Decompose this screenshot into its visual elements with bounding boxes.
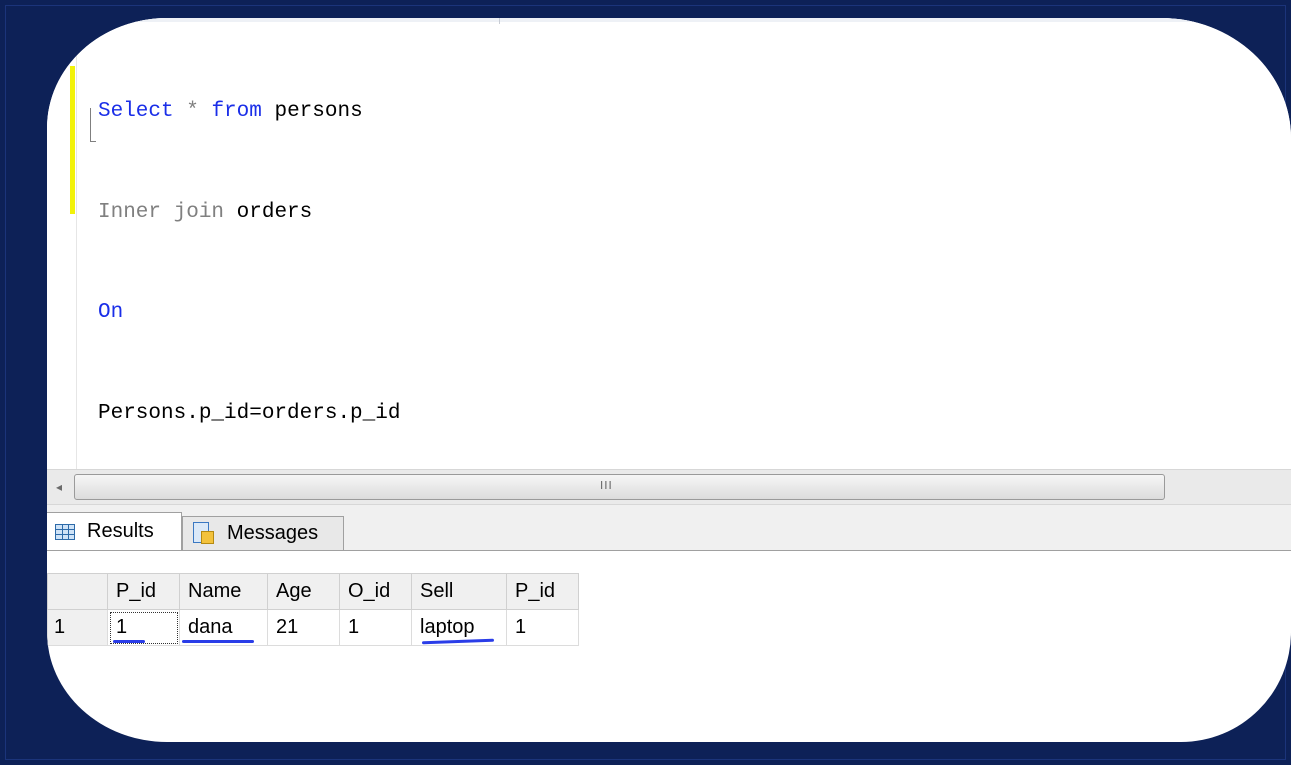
code-line-1: Select * from persons — [98, 95, 400, 129]
column-header-name[interactable]: Name — [179, 573, 268, 610]
outline-fold-line — [90, 108, 91, 141]
code-line-2: Inner join orders — [98, 196, 400, 230]
keyword-from: from — [211, 100, 262, 123]
outline-fold-end — [90, 141, 96, 142]
code-line-3: On — [98, 296, 400, 330]
editor-top-strip — [47, 18, 1291, 22]
tab-messages[interactable]: Messages — [182, 516, 344, 550]
keyword-select: Select — [98, 100, 174, 123]
horizontal-scrollbar[interactable]: ◂ III — [47, 469, 1291, 505]
results-grid[interactable]: P_id Name Age O_id Sell P_id 1 1 dana 21… — [47, 573, 579, 646]
column-header-p-id[interactable]: P_id — [107, 573, 180, 610]
cell-o-id[interactable]: 1 — [339, 609, 412, 646]
tab-results-label: Results — [87, 520, 154, 542]
cell-age[interactable]: 21 — [267, 609, 340, 646]
cell-p-id-2[interactable]: 1 — [506, 609, 579, 646]
messages-icon — [193, 521, 215, 546]
grid-header-row: P_id Name Age O_id Sell P_id — [47, 573, 579, 610]
annotation-underline-name — [182, 640, 254, 643]
change-tracking-bar — [70, 66, 75, 214]
results-tab-strip: Results Messages — [47, 505, 1291, 551]
scrollbar-thumb[interactable]: III — [74, 474, 1165, 500]
table-persons: persons — [261, 100, 363, 123]
operator-star: * — [173, 100, 212, 123]
tab-results[interactable]: Results — [47, 512, 182, 550]
keyword-on: On — [98, 301, 124, 324]
table-orders: orders — [224, 200, 313, 224]
query-editor[interactable]: Select * from persons Inner join orders … — [47, 18, 1291, 476]
editor-margin — [76, 18, 77, 476]
column-header-p-id-2[interactable]: P_id — [506, 573, 579, 610]
row-header-corner[interactable] — [47, 573, 108, 610]
annotation-underline-p-id — [113, 640, 145, 643]
results-grid-icon — [55, 523, 75, 540]
sql-code[interactable]: Select * from persons Inner join orders … — [98, 28, 400, 497]
column-header-age[interactable]: Age — [267, 573, 340, 610]
ssms-screenshot-card: Select * from persons Inner join orders … — [47, 18, 1291, 742]
row-number[interactable]: 1 — [47, 609, 108, 646]
column-header-o-id[interactable]: O_id — [339, 573, 412, 610]
keyword-inner-join: Inner join — [98, 200, 225, 224]
editor-top-tick — [499, 18, 500, 24]
join-condition: Persons.p_id=orders.p_id — [98, 401, 401, 425]
tab-messages-label: Messages — [227, 522, 319, 544]
code-line-4: Persons.p_id=orders.p_id — [98, 397, 400, 431]
scroll-left-arrow-icon[interactable]: ◂ — [47, 470, 71, 504]
scrollbar-grip: III — [600, 479, 613, 492]
column-header-sell[interactable]: Sell — [411, 573, 507, 610]
